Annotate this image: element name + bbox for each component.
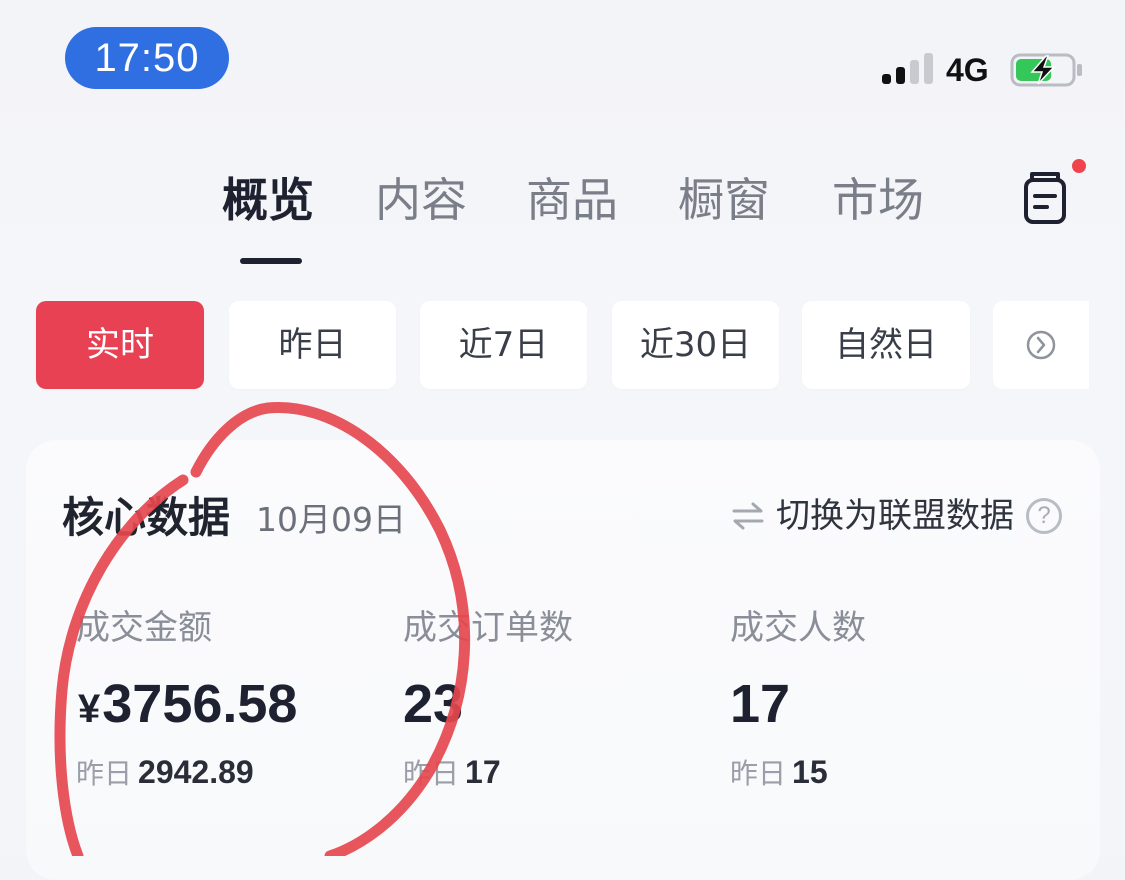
core-data-title: 核心数据 [62,493,231,542]
document-icon[interactable] [1018,170,1074,228]
period-realtime[interactable]: 实时 [36,301,204,389]
status-time: 17:50 [65,27,229,89]
metric-value-orders: 23 [403,674,464,734]
metric-prev-value: 2942.89 [138,754,254,790]
metric-prev-label: 昨日 [730,757,787,790]
switch-arrows-icon[interactable] [730,500,766,532]
metric-prev-orders: 昨日 17 [403,752,501,794]
metric-value-gmv-number: 3756.58 [102,674,298,734]
period-more-button[interactable] [993,301,1089,389]
tab-content[interactable]: 内容 [375,170,467,230]
metric-prev-label: 昨日 [403,757,460,790]
metric-prev-gmv: 昨日 2942.89 [76,752,254,794]
metric-prev-buyers: 昨日 15 [730,752,828,794]
metric-label-gmv: 成交金额 [76,608,212,648]
tab-market[interactable]: 市场 [832,170,924,230]
core-data-date: 10月09日 [256,500,406,539]
active-tab-indicator [240,258,302,264]
switch-to-alliance-data[interactable]: 切换为联盟数据 [776,494,1014,538]
metric-value-buyers: 17 [730,674,791,734]
tab-showcase[interactable]: 橱窗 [678,170,770,230]
metric-prev-label: 昨日 [76,757,133,790]
metric-prev-value: 15 [792,754,828,790]
metric-value-gmv: ¥3756.58 [78,672,297,741]
help-icon[interactable]: ? [1026,498,1062,534]
cellular-signal-icon [882,52,934,84]
network-type: 4G [946,52,989,88]
currency-symbol: ¥ [78,687,101,731]
battery-charging-icon [1010,53,1082,87]
metric-label-orders: 成交订单数 [403,608,573,648]
period-30-days[interactable]: 近30日 [612,301,779,389]
notification-dot [1072,159,1086,173]
tab-products[interactable]: 商品 [526,170,618,230]
chevron-right-circle-icon [1026,330,1056,360]
period-7-days[interactable]: 近7日 [420,301,587,389]
period-natural-day[interactable]: 自然日 [802,301,970,389]
metric-label-buyers: 成交人数 [730,608,866,648]
metric-prev-value: 17 [465,754,501,790]
tab-overview[interactable]: 概览 [222,170,314,230]
period-yesterday[interactable]: 昨日 [229,301,396,389]
